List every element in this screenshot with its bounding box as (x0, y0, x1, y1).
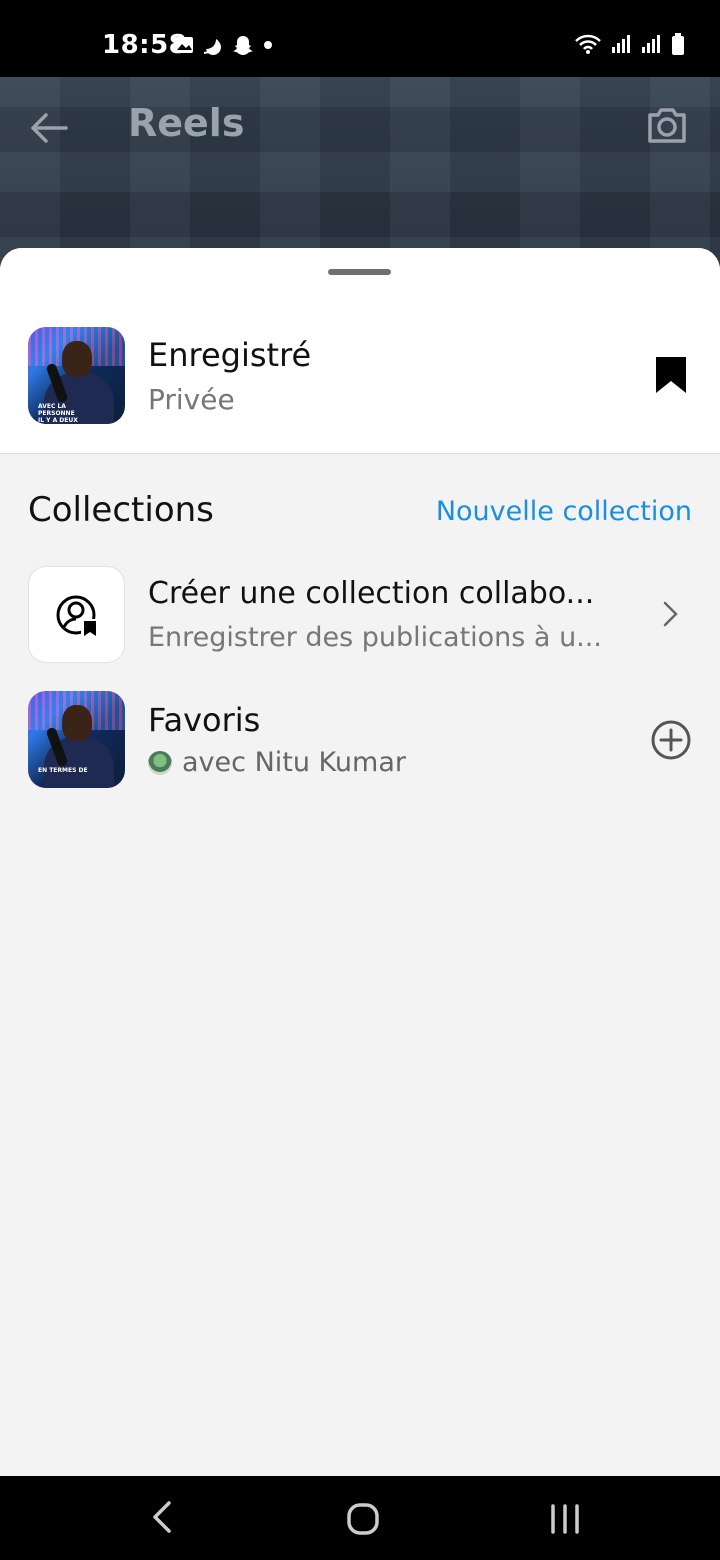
saved-name: Enregistré (148, 336, 312, 374)
recents-icon[interactable] (548, 1502, 582, 1536)
signal-icon (642, 35, 660, 53)
drag-handle[interactable] (328, 269, 391, 275)
saved-row[interactable]: AVEC LA PERSONNE IL Y A DEUX Enregistré … (28, 327, 692, 425)
saved-thumbnail: AVEC LA PERSONNE IL Y A DEUX (28, 327, 125, 424)
dot-icon (264, 41, 272, 49)
saved-privacy: Privée (148, 383, 235, 416)
image-icon (175, 37, 193, 53)
chevron-right-icon (663, 601, 678, 627)
save-to-collection-sheet: AVEC LA PERSONNE IL Y A DEUX Enregistré … (0, 248, 720, 1476)
moon-icon (203, 39, 221, 55)
snapchat-icon (233, 36, 253, 55)
navigation-bar (0, 1476, 720, 1560)
collections-title: Collections (28, 490, 214, 530)
collab-thumbnail (28, 566, 125, 663)
back-icon[interactable] (150, 1500, 174, 1534)
battery-icon (672, 33, 684, 55)
wifi-icon (575, 34, 601, 54)
favorites-thumbnail: EN TERMES DE (28, 691, 125, 788)
thumbnail-caption: AVEC LA PERSONNE IL Y A DEUX (38, 403, 78, 424)
new-collection-button[interactable]: Nouvelle collection (436, 496, 692, 527)
page-title: Reels (128, 101, 245, 145)
status-notification-icons (174, 34, 274, 56)
collections-header: Collections Nouvelle collection (28, 490, 692, 534)
collab-subtitle: Enregistrer des publications à u... (148, 622, 602, 653)
avatar (148, 750, 172, 775)
status-system-icons (574, 32, 686, 56)
home-icon[interactable] (346, 1502, 380, 1536)
sheet-header: AVEC LA PERSONNE IL Y A DEUX Enregistré … (0, 248, 720, 454)
favorites-title: Favoris (148, 701, 261, 739)
collab-title: Créer une collection collabo... (148, 576, 595, 611)
camera-icon[interactable] (644, 103, 690, 149)
favorites-collection-row[interactable]: EN TERMES DE Favoris avec Nitu Kumar (28, 691, 692, 789)
plus-circle-icon[interactable] (650, 719, 692, 761)
arrow-left-icon[interactable] (28, 107, 70, 149)
favorites-subtitle-row: avec Nitu Kumar (148, 747, 406, 778)
status-bar: 18:58 (0, 0, 720, 77)
favorites-subtitle: avec Nitu Kumar (182, 747, 406, 778)
signal-icon (612, 35, 630, 53)
create-collab-collection-row[interactable]: Créer une collection collabo... Enregist… (28, 566, 692, 664)
reels-background: Reels (0, 77, 720, 277)
collab-collection-icon (56, 595, 99, 637)
bookmark-filled-icon[interactable] (654, 355, 688, 395)
thumbnail-caption: EN TERMES DE (38, 767, 88, 774)
